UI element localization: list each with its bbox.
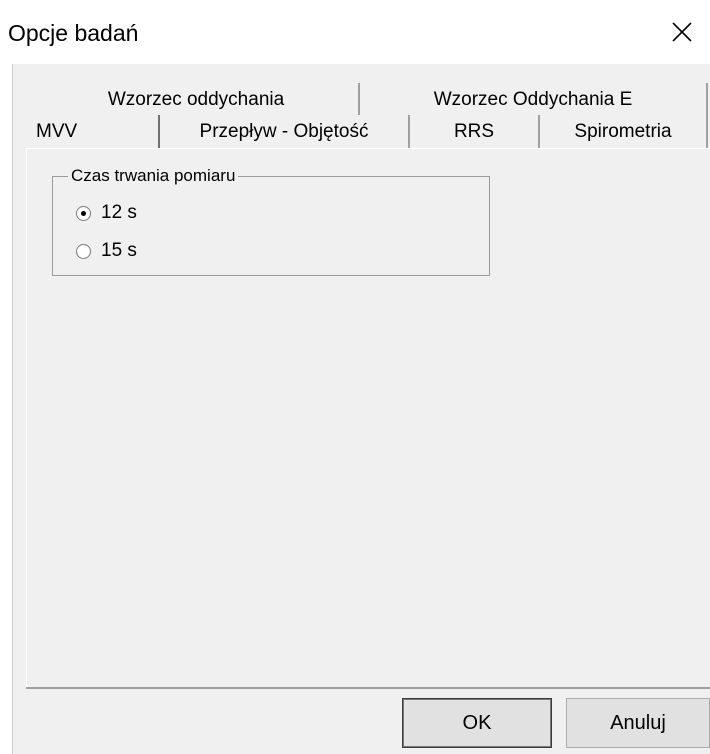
close-icon [672, 22, 692, 42]
cancel-button[interactable]: Anuluj [566, 698, 710, 748]
ok-button[interactable]: OK [402, 698, 552, 748]
tab-spirometria[interactable]: Spirometria [540, 115, 708, 148]
group-legend: Czas trwania pomiaru [68, 166, 239, 186]
window-left-edge [0, 64, 13, 754]
radio-label: 12 s [101, 202, 137, 223]
close-button[interactable] [654, 8, 710, 56]
radio-button[interactable] [76, 243, 91, 259]
tab-przeplyw-objetosc[interactable]: Przepływ - Objętość [160, 115, 410, 148]
radio-label: 15 s [101, 240, 137, 261]
tab-label: Przepływ - Objętość [199, 120, 369, 142]
button-separator [26, 687, 710, 689]
window-title: Opcje badań [8, 20, 139, 46]
tab-wzorzec-oddychania-e[interactable]: Wzorzec Oddychania E [360, 83, 708, 116]
tab-label: Wzorzec Oddychania E [433, 88, 633, 110]
tab-wzorzec-oddychania[interactable]: Wzorzec oddychania [34, 83, 360, 116]
radio-option-15s[interactable]: 15 s [76, 240, 137, 262]
tab-label: Wzorzec oddychania [107, 88, 285, 110]
radio-option-12s[interactable]: 12 s [76, 202, 137, 224]
tab-label: MVV [36, 120, 78, 142]
radio-button-checked[interactable] [76, 205, 91, 221]
tab-row-front: MVV Przepływ - Objętość RRS Spirometria [26, 115, 710, 148]
tab-label: Spirometria [574, 120, 672, 142]
tab-rrs[interactable]: RRS [410, 115, 540, 148]
tab-label: RRS [453, 120, 495, 142]
tab-row-back: Wzorzec oddychania Wzorzec Oddychania E [34, 83, 710, 116]
title-bar: Opcje badań [0, 0, 710, 64]
tab-mvv[interactable]: MVV [26, 115, 160, 148]
